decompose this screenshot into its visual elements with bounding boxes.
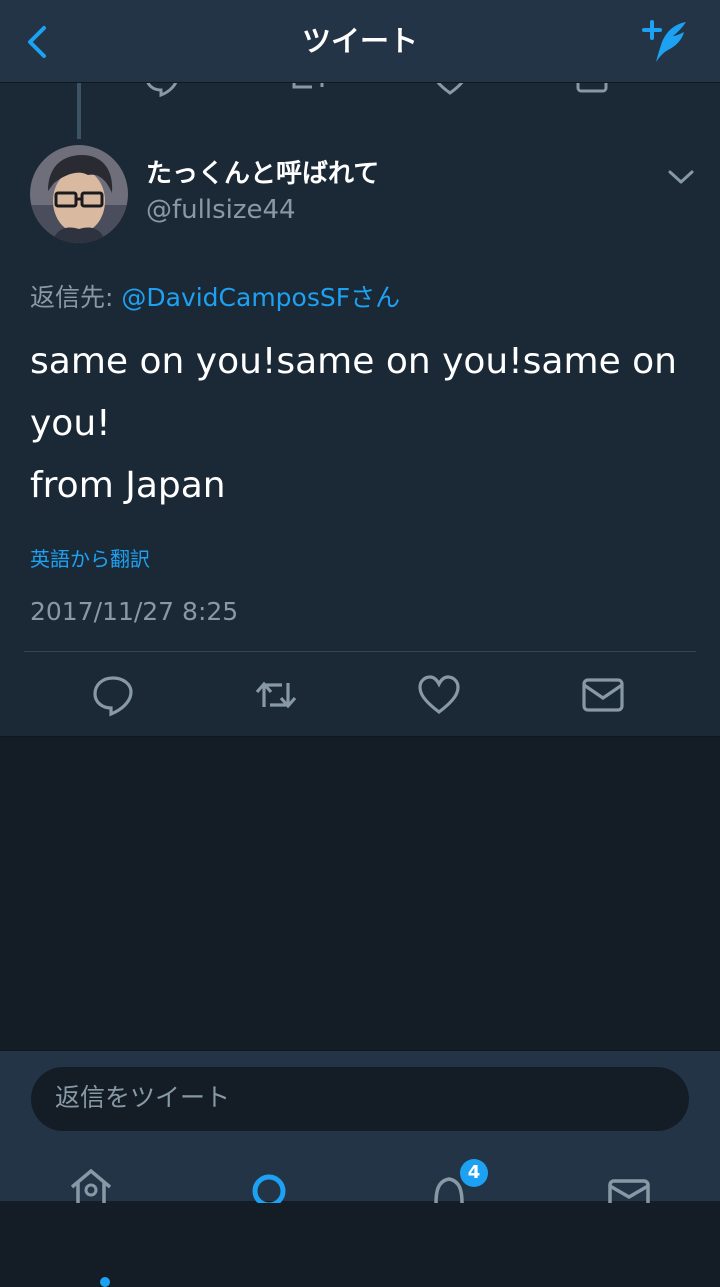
heart-icon bbox=[418, 675, 460, 715]
search-icon bbox=[252, 1174, 286, 1208]
divider bbox=[24, 651, 696, 652]
display-name[interactable]: たっくんと呼ばれて bbox=[146, 157, 379, 191]
envelope-icon bbox=[582, 678, 624, 712]
like-button[interactable] bbox=[417, 673, 461, 717]
user-handle[interactable]: @fullsize44 bbox=[146, 193, 296, 227]
reply-icon bbox=[93, 676, 133, 717]
reply-to-line: 返信先: @DavidCamposSFさん bbox=[30, 281, 400, 315]
new-content-dot bbox=[100, 1277, 110, 1287]
reply-input[interactable]: 返信をツイート bbox=[31, 1067, 689, 1131]
retweet-button[interactable] bbox=[254, 673, 298, 717]
reply-composer-bar: 返信をツイート 4 bbox=[0, 1050, 720, 1287]
reply-placeholder: 返信をツイート bbox=[55, 1083, 231, 1112]
like-icon[interactable] bbox=[432, 83, 468, 97]
avatar[interactable] bbox=[30, 145, 128, 243]
bottom-tab-bar bbox=[0, 1163, 720, 1287]
reply-to-label: 返信先: bbox=[30, 283, 122, 312]
chevron-down-icon bbox=[668, 170, 694, 184]
retweet-icon bbox=[255, 681, 297, 709]
notifications-badge: 4 bbox=[460, 1159, 488, 1187]
compose-tweet-button[interactable] bbox=[640, 16, 692, 66]
tab-search[interactable] bbox=[244, 1163, 294, 1208]
tweet-detail-panel: 8 たっくんと呼ばれて @fullsize44 返信先: @DavidCampo… bbox=[0, 83, 720, 737]
page-title: ツイート bbox=[301, 24, 418, 58]
reply-button[interactable] bbox=[91, 673, 135, 717]
tweet-actions bbox=[0, 673, 720, 717]
direct-message-button[interactable] bbox=[581, 673, 625, 717]
tab-messages[interactable] bbox=[604, 1163, 654, 1211]
previous-tweet-actions: 8 bbox=[0, 83, 720, 101]
compose-quill-icon bbox=[642, 20, 686, 62]
translate-link[interactable]: 英語から翻訳 bbox=[30, 545, 150, 573]
tab-home[interactable] bbox=[66, 1163, 116, 1203]
avatar-image bbox=[30, 145, 128, 243]
reply-mention-link[interactable]: @DavidCamposSFさん bbox=[121, 283, 400, 312]
home-icon bbox=[70, 1168, 112, 1203]
tweet-text: same on you!same on you!same on you! fro… bbox=[30, 341, 677, 506]
envelope-icon bbox=[608, 1179, 650, 1211]
direct-message-icon[interactable] bbox=[576, 83, 608, 93]
tweet-options-button[interactable] bbox=[666, 167, 696, 187]
top-nav-bar: ツイート bbox=[0, 0, 720, 83]
tweet-timestamp: 2017/11/27 8:25 bbox=[30, 597, 239, 626]
retweet-icon[interactable] bbox=[290, 83, 326, 97]
reply-icon[interactable] bbox=[144, 83, 180, 97]
